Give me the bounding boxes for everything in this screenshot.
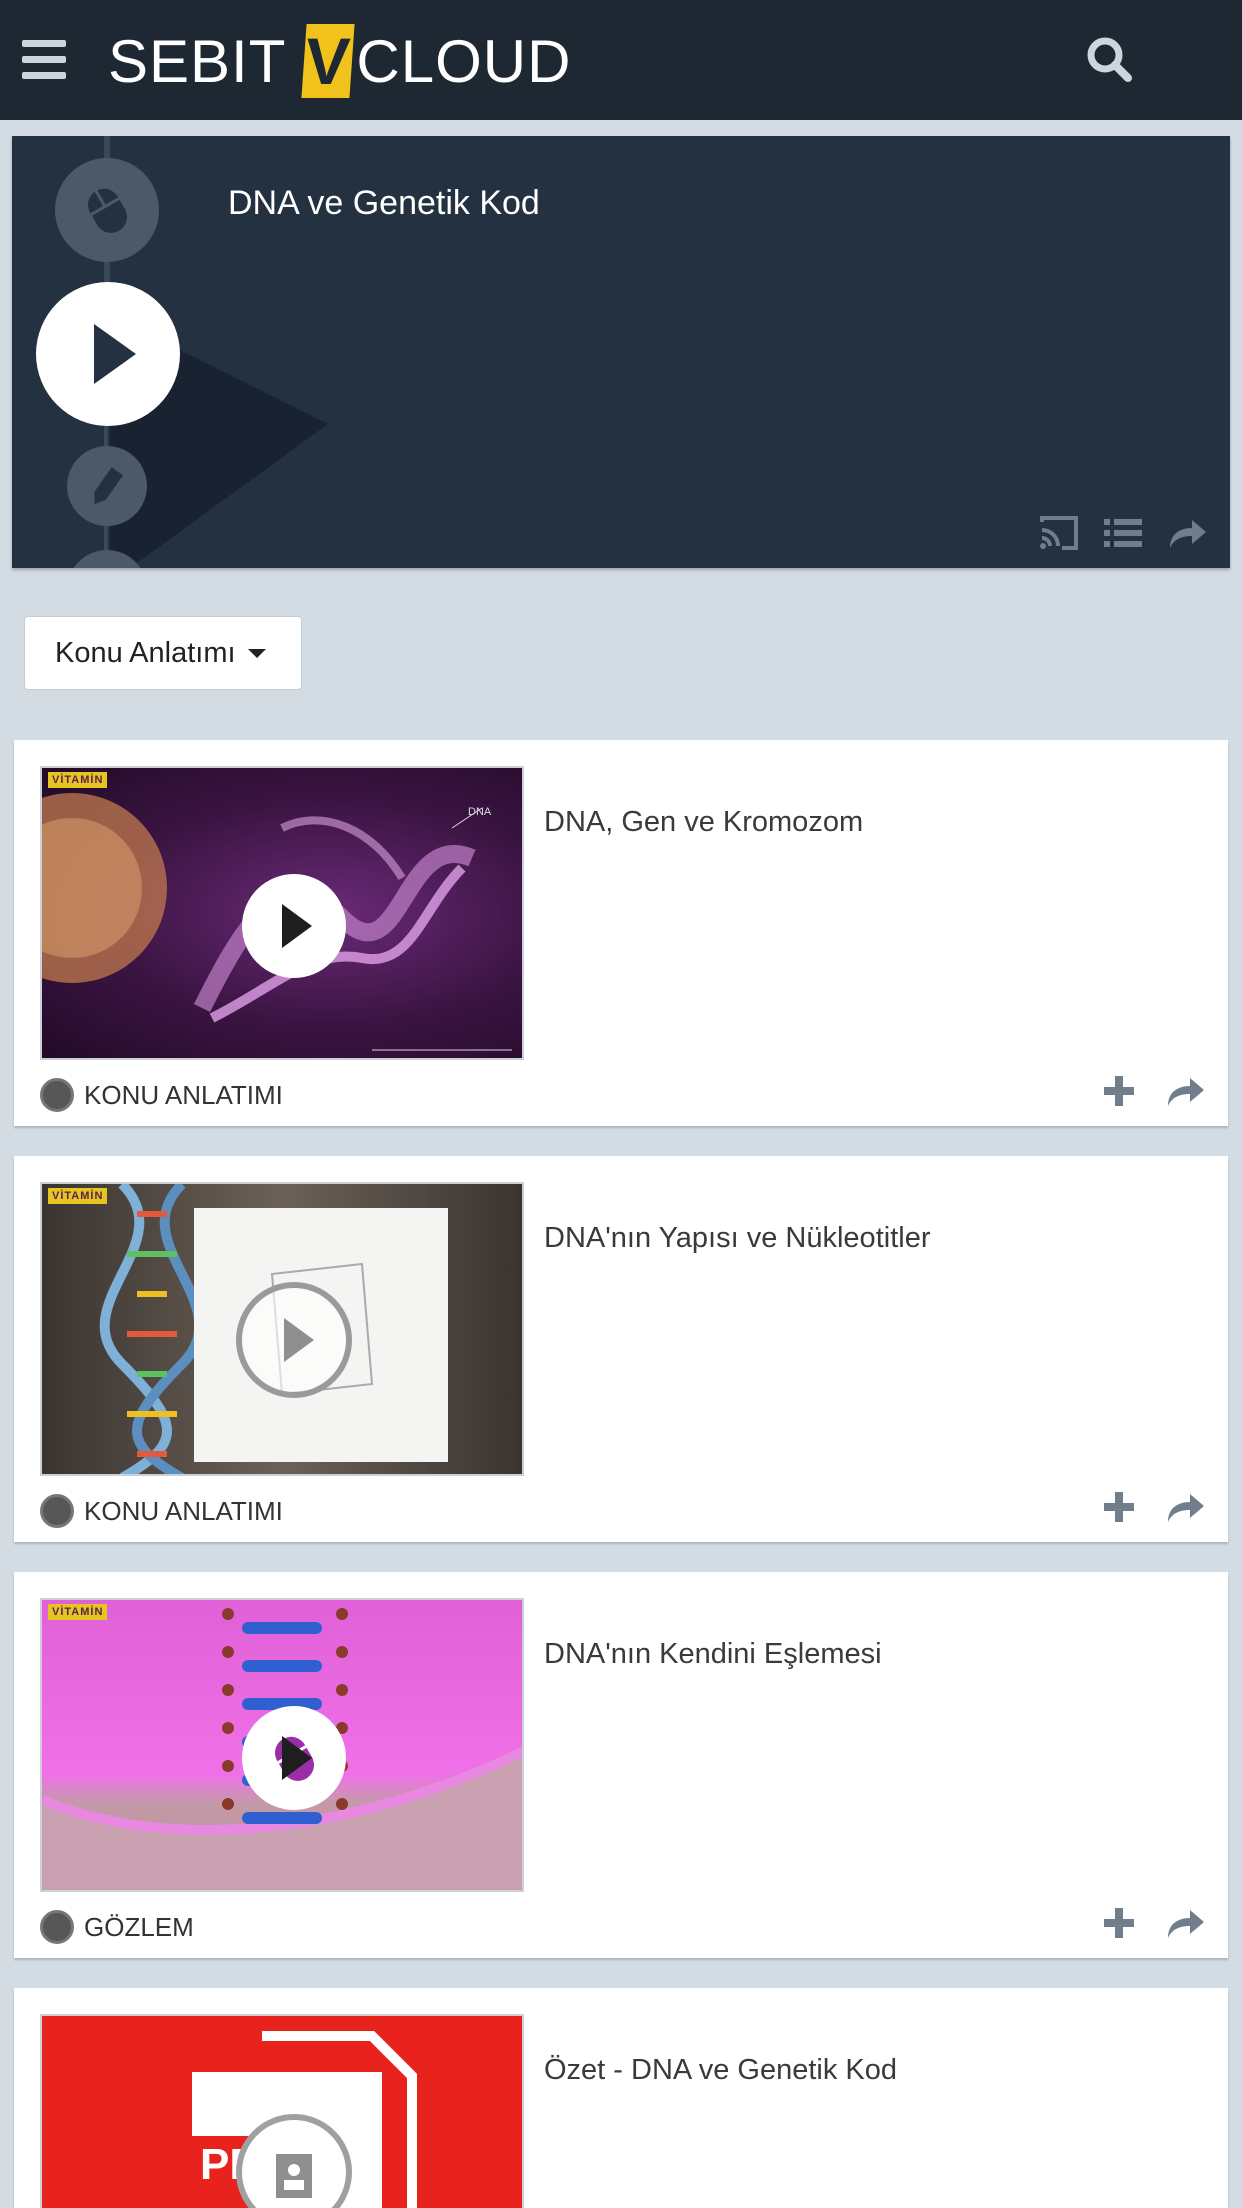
category-dot-icon [40, 1494, 74, 1528]
logo-text-left: SEBIT [108, 27, 287, 95]
logo-mark: V [301, 24, 355, 98]
card-title[interactable]: Özet - DNA ve Genetik Kod [544, 2054, 897, 2087]
share-icon[interactable] [1166, 514, 1208, 552]
list-icon[interactable] [1102, 514, 1144, 552]
hero-panel: DNA ve Genetik Kod [12, 136, 1230, 568]
card-title[interactable]: DNA'nın Kendini Eşlemesi [544, 1638, 882, 1671]
category-dot-icon [40, 1078, 74, 1112]
hero-title: DNA ve Genetik Kod [228, 184, 540, 222]
card-category: GÖZLEM [40, 1910, 194, 1944]
category-label: KONU ANLATIMI [84, 1495, 283, 1526]
content-card[interactable]: PD Özet - DNA ve Genetik Kod [14, 1988, 1228, 2208]
content-card[interactable]: VİTAMİN DNA'nın Kendini Eşlemesi GÖZLEM [14, 1572, 1228, 1958]
card-thumbnail[interactable]: VİTAMİN DNA [40, 766, 524, 1060]
menu-line [22, 72, 66, 79]
vitamin-badge: VİTAMİN [48, 772, 108, 788]
add-icon[interactable] [1098, 1486, 1140, 1528]
play-button[interactable] [242, 874, 346, 978]
content-card[interactable]: VİTAMİN DNA'nın Yapısı ve Nükleotitler K… [14, 1156, 1228, 1542]
play-button[interactable] [236, 1282, 352, 1398]
menu-line [22, 56, 66, 63]
category-label: KONU ANLATIMI [84, 1079, 283, 1110]
add-icon[interactable] [1098, 1070, 1140, 1112]
share-icon[interactable] [1164, 1902, 1206, 1944]
share-icon[interactable] [1164, 1070, 1206, 1112]
card-title[interactable]: DNA, Gen ve Kromozom [544, 806, 863, 839]
category-dot-icon [40, 1910, 74, 1944]
add-icon[interactable] [1098, 1902, 1140, 1944]
document-icon[interactable] [236, 2114, 352, 2208]
thumbnail-label: DNA [468, 806, 492, 818]
top-bar: SEBIT V CLOUD [0, 0, 1242, 120]
share-icon[interactable] [1164, 1486, 1206, 1528]
card-category: KONU ANLATIMI [40, 1494, 283, 1528]
hamburger-menu-button[interactable] [22, 40, 66, 80]
mouse-icon[interactable] [55, 158, 159, 262]
vitamin-badge: VİTAMİN [48, 1604, 108, 1620]
content-card[interactable]: VİTAMİN DNA DNA, Gen ve Kromozom KONU AN… [14, 740, 1228, 1126]
logo-text-right: CLOUD [356, 27, 572, 95]
caret-down-icon [247, 648, 266, 658]
vitamin-badge: VİTAMİN [48, 1188, 108, 1204]
card-thumbnail[interactable]: VİTAMİN [40, 1598, 524, 1892]
hero-play-button[interactable] [36, 282, 180, 426]
card-actions [1098, 1902, 1206, 1944]
dropdown-selected-value: Konu Anlatımı [55, 636, 236, 669]
hero-toolbar [1038, 514, 1208, 552]
card-thumbnail[interactable]: PD [40, 2014, 524, 2208]
pencil-icon[interactable] [67, 446, 147, 526]
menu-line [22, 40, 66, 47]
card-title[interactable]: DNA'nın Yapısı ve Nükleotitler [544, 1222, 930, 1255]
cast-icon[interactable] [1038, 514, 1080, 552]
mouse-icon[interactable] [242, 1706, 346, 1810]
card-actions [1098, 1070, 1206, 1112]
card-actions [1098, 1486, 1206, 1528]
card-category: KONU ANLATIMI [40, 1078, 283, 1112]
search-icon[interactable] [1082, 32, 1138, 88]
category-label: GÖZLEM [84, 1911, 194, 1942]
card-thumbnail[interactable]: VİTAMİN [40, 1182, 524, 1476]
app-logo[interactable]: SEBIT V CLOUD [108, 22, 571, 100]
category-dropdown[interactable]: Konu Anlatımı [24, 616, 302, 690]
